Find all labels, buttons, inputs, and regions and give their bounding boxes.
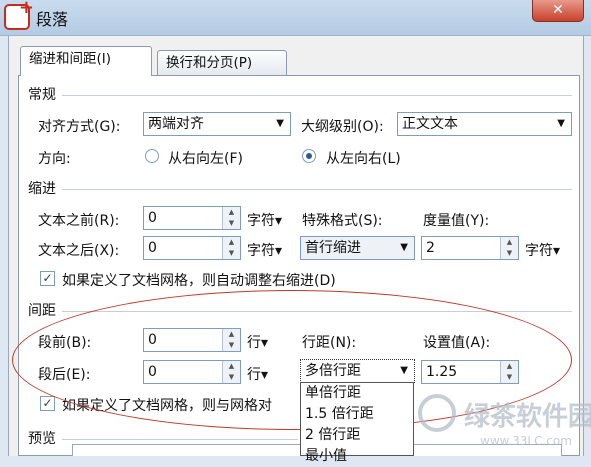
radio-ltr[interactable] (302, 149, 316, 163)
outline-select[interactable]: 正文文本 ▼ (397, 112, 572, 136)
divider (62, 439, 298, 440)
indent-after-spinner[interactable]: 0 ▲ ▼ (143, 236, 241, 260)
window-title: 段落 (36, 10, 69, 29)
direction-label: 方向: (38, 151, 71, 167)
align-label: 对齐方式(G): (38, 119, 121, 135)
spin-up-icon[interactable]: ▲ (223, 237, 240, 248)
spin-up-icon[interactable]: ▲ (223, 361, 240, 372)
align-select[interactable]: 两端对齐 ▼ (143, 112, 291, 136)
spacing-after-unit[interactable]: 行▾ (247, 364, 268, 384)
dropdown-arrow-icon: ▼ (400, 242, 408, 253)
line-spacing-select[interactable]: 多倍行距 ▼ (300, 359, 415, 383)
measure-value: 2 (426, 240, 435, 256)
spin-down-icon[interactable]: ▼ (223, 372, 240, 383)
option-single[interactable]: 单倍行距 (301, 383, 413, 404)
divider (62, 311, 572, 312)
section-general: 常规 (28, 87, 56, 103)
indent-after-label: 文本之后(X): (38, 243, 120, 259)
spin-down-icon[interactable]: ▼ (223, 340, 240, 351)
watermark-text: 绿茶软件园 (464, 402, 591, 432)
dropdown-arrow-icon: ▼ (276, 118, 284, 129)
line-spacing-label: 行距(N): (302, 335, 357, 351)
spin-up-icon[interactable]: ▲ (501, 361, 518, 372)
dropdown-arrow-icon: ▼ (557, 118, 565, 129)
indent-before-value: 0 (148, 210, 157, 226)
grid-snap-label: 如果定义了文档网格，则与网格对 (62, 398, 272, 414)
watermark-logo-icon (418, 394, 456, 432)
measure-spinner[interactable]: 2 ▲ ▼ (421, 236, 519, 260)
section-spacing: 间距 (28, 303, 56, 319)
setting-value-spinner[interactable]: 1.25 ▲ ▼ (421, 360, 519, 384)
spin-up-icon[interactable]: ▲ (223, 207, 240, 218)
spin-down-icon[interactable]: ▼ (223, 218, 240, 229)
dropdown-arrow-icon: ▼ (400, 365, 408, 376)
section-preview: 预览 (28, 431, 56, 447)
indent-before-spinner[interactable]: 0 ▲ ▼ (143, 206, 241, 230)
watermark: 绿茶软件园 www.33LC.com (418, 392, 591, 456)
title-bar: 段落 ✕ (0, 0, 591, 36)
spin-down-icon[interactable]: ▼ (501, 372, 518, 383)
setting-value-label: 设置值(A): (423, 335, 491, 351)
ltr-label: 从左向右(L) (326, 151, 401, 167)
measure-label: 度量值(Y): (423, 213, 490, 229)
outline-label: 大纲级别(O): (301, 119, 384, 135)
measure-unit[interactable]: 字符▾ (525, 240, 560, 260)
spacing-after-value: 0 (148, 364, 157, 380)
auto-adjust-checkbox[interactable]: ✓ (40, 271, 55, 286)
spin-up-icon[interactable]: ▲ (223, 329, 240, 340)
indent-before-label: 文本之前(R): (38, 213, 120, 229)
align-value: 两端对齐 (148, 116, 204, 132)
option-one-half[interactable]: 1.5 倍行距 (301, 404, 413, 425)
option-double[interactable]: 2 倍行距 (301, 425, 413, 446)
special-format-value: 首行缩进 (305, 240, 361, 256)
spacing-before-label: 段前(B): (38, 335, 92, 351)
tab-line-page-break[interactable]: 换行和分页(P) (157, 50, 287, 76)
auto-adjust-label: 如果定义了文档网格，则自动调整右缩进(D) (62, 273, 336, 289)
divider (62, 95, 572, 96)
divider (62, 189, 572, 190)
special-format-select[interactable]: 首行缩进 ▼ (300, 236, 415, 260)
spacing-after-spinner[interactable]: 0 ▲ ▼ (143, 360, 241, 384)
setting-value-value: 1.25 (426, 364, 458, 380)
line-spacing-value: 多倍行距 (305, 363, 361, 379)
app-icon (4, 0, 34, 30)
indent-after-value: 0 (148, 240, 157, 256)
special-format-label: 特殊格式(S): (302, 213, 383, 229)
spin-down-icon[interactable]: ▼ (223, 248, 240, 259)
rtl-label: 从右向左(F) (168, 151, 243, 167)
outline-value: 正文文本 (402, 116, 458, 132)
spacing-before-spinner[interactable]: 0 ▲ ▼ (143, 328, 241, 352)
radio-rtl[interactable] (145, 149, 159, 163)
spacing-after-label: 段后(E): (38, 367, 91, 383)
line-spacing-options: 单倍行距 1.5 倍行距 2 倍行距 最小值 (300, 382, 414, 464)
watermark-url: www.33LC.com (480, 434, 572, 448)
spacing-before-unit[interactable]: 行▾ (247, 332, 268, 352)
section-indent: 缩进 (28, 181, 56, 197)
indent-before-unit[interactable]: 字符▾ (247, 210, 282, 230)
spin-down-icon[interactable]: ▼ (501, 248, 518, 259)
spacing-before-value: 0 (148, 332, 157, 348)
indent-after-unit[interactable]: 字符▾ (247, 240, 282, 260)
option-minimum[interactable]: 最小值 (301, 446, 413, 467)
close-button[interactable]: ✕ (532, 0, 584, 22)
grid-snap-checkbox[interactable]: ✓ (40, 396, 55, 411)
tab-indent-spacing[interactable]: 缩进和间距(I) (20, 46, 152, 76)
spin-up-icon[interactable]: ▲ (501, 237, 518, 248)
